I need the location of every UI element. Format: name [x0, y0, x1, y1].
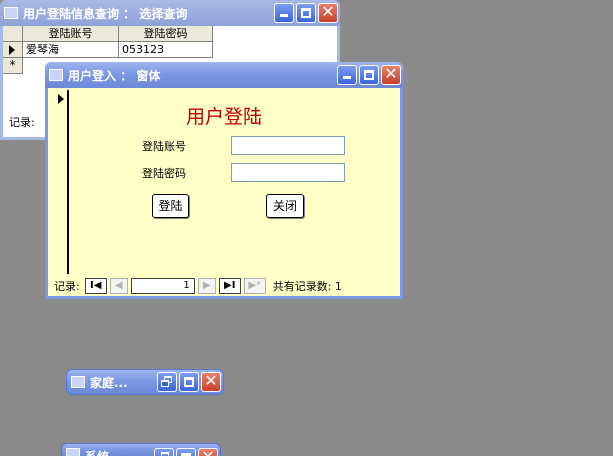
close-button[interactable]: ✕	[201, 371, 221, 392]
previous-record-button[interactable]: ◀	[109, 278, 128, 294]
maximize-button[interactable]	[296, 3, 316, 23]
row-selector-current[interactable]	[3, 42, 23, 58]
record-number-field[interactable]: 1	[130, 278, 195, 294]
total-records-label: 共有记录数: 1	[272, 280, 342, 293]
query-window-titlebar[interactable]: 用户登陆信息查询 ： 选择查询 ✕	[0, 0, 340, 26]
minimize-button[interactable]	[337, 65, 357, 85]
account-label: 登陆账号	[142, 140, 186, 153]
minimized-window-system[interactable]: 系统... ✕	[61, 443, 221, 456]
close-button[interactable]: ✕	[381, 64, 401, 85]
minimized-window-title: 家庭...	[90, 375, 128, 390]
query-window-title: 用户登陆信息查询 ： 选择查询	[23, 6, 188, 21]
row-selector-new[interactable]: *	[3, 58, 23, 74]
nav-record-label: 记录:	[54, 280, 80, 293]
form-icon	[49, 69, 63, 81]
last-record-button[interactable]: ▶I	[218, 278, 241, 294]
minimized-window-title: 系统...	[85, 448, 154, 456]
record-nav-label: 记录:	[9, 116, 35, 129]
database-icon	[66, 448, 80, 456]
query-icon	[4, 7, 18, 19]
password-label: 登陆密码	[142, 167, 186, 180]
cell-account[interactable]: 爱琴海	[23, 42, 119, 58]
first-record-button[interactable]: I◀	[84, 278, 107, 294]
database-icon	[71, 376, 85, 388]
form-heading: 用户登陆	[186, 106, 263, 128]
login-form-window: 用户登入 ： 窗体 ✕ 用户登陆 登陆账号 登陆密码 登陆 关闭 记录: I◀ …	[45, 62, 403, 299]
restore-button[interactable]	[157, 372, 177, 392]
maximize-button[interactable]	[359, 65, 379, 85]
close-form-button[interactable]: 关闭	[266, 194, 304, 218]
current-record-arrow-icon	[58, 94, 64, 104]
close-button[interactable]: ✕	[198, 447, 218, 456]
maximize-button[interactable]	[179, 372, 199, 392]
column-header-password[interactable]: 登陆密码	[119, 26, 213, 42]
cell-password[interactable]: 053123	[119, 42, 213, 58]
maximize-button[interactable]	[176, 448, 196, 456]
close-button[interactable]: ✕	[318, 2, 338, 23]
record-selector[interactable]	[53, 90, 69, 274]
login-button[interactable]: 登陆	[152, 194, 189, 218]
minimized-window-home[interactable]: 家庭... ✕	[66, 369, 224, 395]
login-form-title: 用户登入 ： 窗体	[68, 68, 161, 83]
account-field[interactable]	[231, 136, 345, 155]
next-record-button[interactable]: ▶	[197, 278, 216, 294]
new-record-button[interactable]: ▶*	[243, 278, 266, 294]
restore-button[interactable]	[154, 448, 174, 456]
current-row-arrow-icon	[9, 45, 15, 55]
minimize-button[interactable]	[274, 3, 294, 23]
record-navigation-bar: 记录: I◀ ◀ 1 ▶ ▶I ▶* 共有记录数: 1	[54, 276, 394, 296]
login-form-titlebar[interactable]: 用户登入 ： 窗体 ✕	[45, 62, 403, 88]
login-form-body: 用户登陆 登陆账号 登陆密码 登陆 关闭 记录: I◀ ◀ 1 ▶ ▶I ▶* …	[45, 88, 403, 299]
password-field[interactable]	[231, 163, 345, 182]
column-header-account[interactable]: 登陆账号	[23, 26, 119, 42]
row-selector-header	[3, 26, 23, 42]
